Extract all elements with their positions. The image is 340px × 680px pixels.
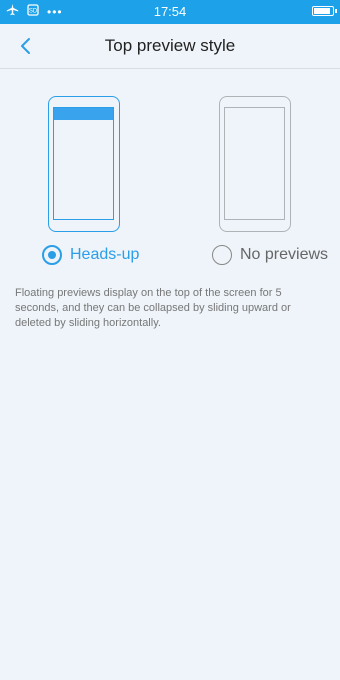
notification-banner	[54, 108, 113, 120]
option-label: Heads-up	[70, 246, 140, 263]
status-bar: SD ••• 17:54	[0, 0, 340, 24]
status-time: 17:54	[153, 4, 187, 19]
phone-screen	[224, 107, 285, 220]
no-previews-illustration[interactable]	[219, 96, 291, 232]
heads-up-preview-illustration[interactable]	[48, 96, 120, 232]
description-text: Floating previews display on the top of …	[15, 287, 291, 329]
option-heads-up[interactable]: Heads-up	[42, 244, 139, 266]
option-no-previews[interactable]: No previews	[212, 244, 328, 266]
option-label: No previews	[240, 246, 329, 263]
phone-screen	[53, 107, 114, 220]
page-title: Top preview style	[104, 36, 236, 55]
header: Top preview style	[0, 24, 340, 69]
radio-selected[interactable]	[42, 245, 62, 265]
radio-unselected[interactable]	[212, 245, 232, 265]
battery-icon	[312, 6, 337, 16]
